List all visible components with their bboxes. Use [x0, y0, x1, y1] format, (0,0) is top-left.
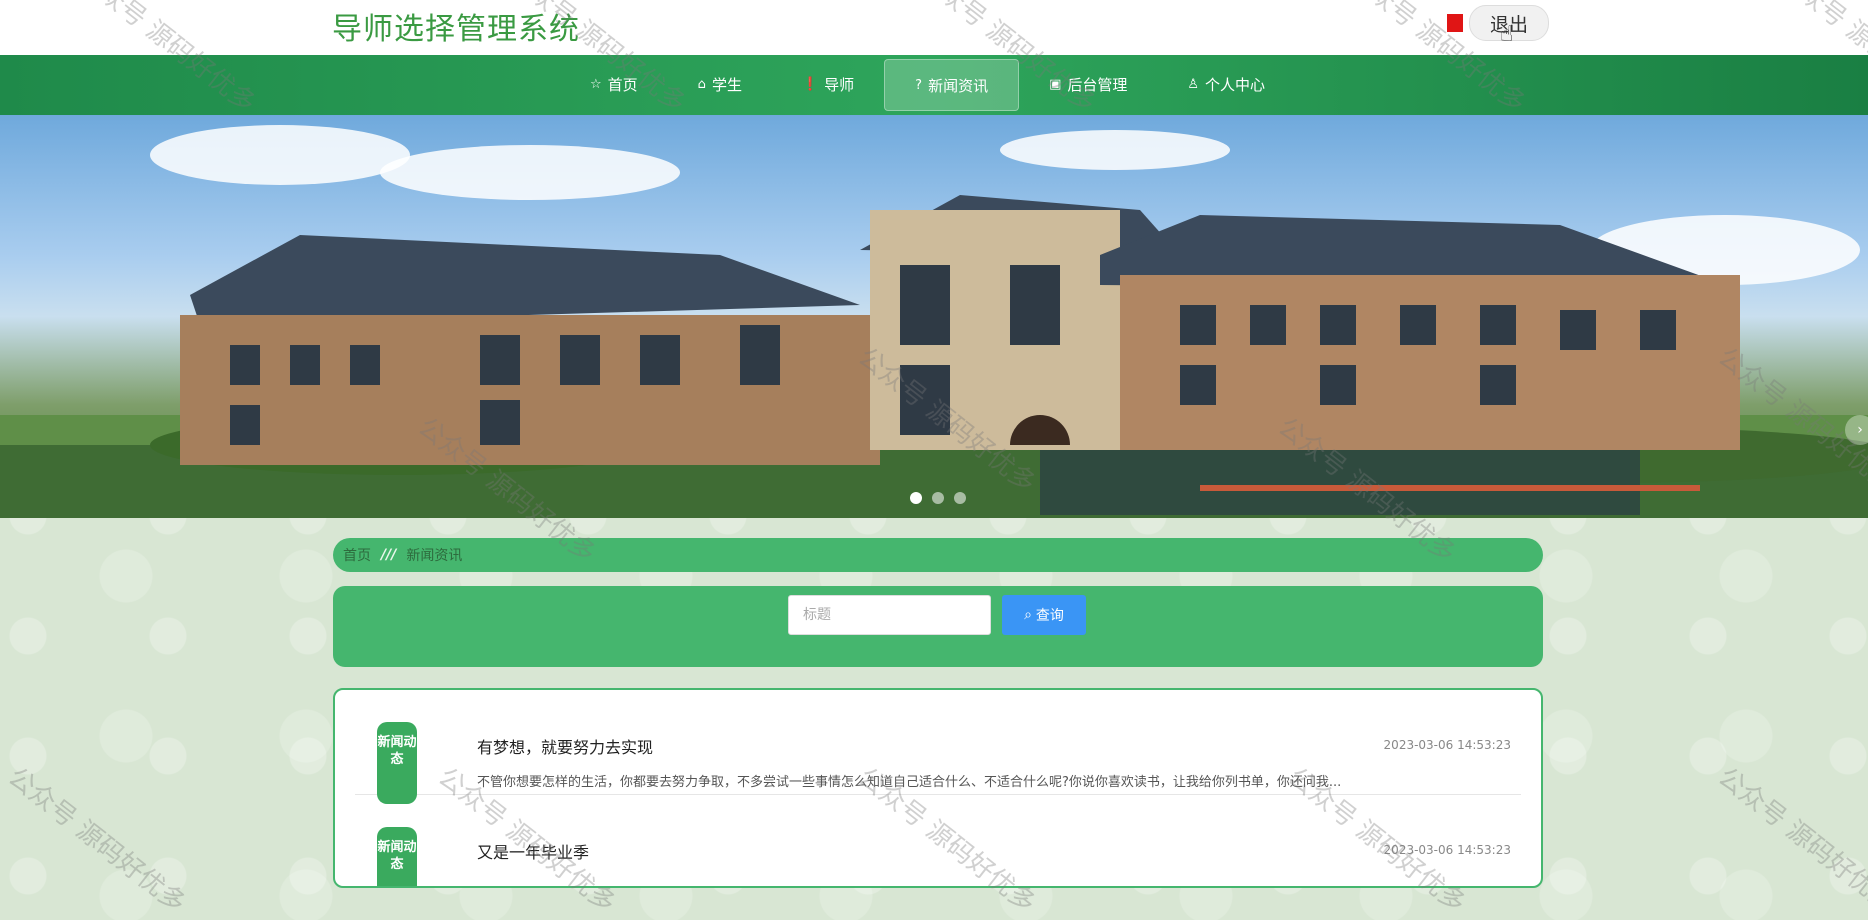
star-icon: ☆ [590, 76, 602, 92]
site-title: 导师选择管理系统 [332, 12, 580, 47]
news-item[interactable]: 新闻动态 又是一年毕业季 2023-03-06 14:53:23 [355, 795, 1521, 886]
banner-carousel[interactable]: › [0, 115, 1868, 518]
box-icon: ▣ [1049, 76, 1062, 92]
nav-item-0[interactable]: ☆ 首页 [560, 59, 668, 109]
nav-item-label: 新闻资讯 [928, 76, 989, 95]
breadcrumb: 首页 /// 新闻资讯 [333, 538, 1543, 572]
logout-area: 退出 [1447, 5, 1550, 41]
news-category-tag: 新闻动态 [377, 827, 417, 886]
nav-item-4[interactable]: ▣ 后台管理 [1019, 59, 1157, 109]
hand-cursor-icon: ☝ [1500, 22, 1514, 47]
help-icon: ? [915, 77, 923, 93]
carousel-dot[interactable] [932, 492, 944, 504]
carousel-dot[interactable] [910, 492, 922, 504]
nav-item-5[interactable]: ♙ 个人中心 [1157, 59, 1295, 109]
nav-item-label: 后台管理 [1067, 75, 1128, 94]
watermark-text: 公众号 源码好优多 [1712, 762, 1868, 919]
breadcrumb-home[interactable]: 首页 [343, 545, 371, 565]
search-button-label: 查询 [1035, 608, 1064, 624]
carousel-dot[interactable] [954, 492, 966, 504]
nav-item-label: 个人中心 [1205, 75, 1266, 94]
nav-item-1[interactable]: ⌂ 学生 [668, 59, 772, 109]
info-icon: ❗ [801, 76, 819, 92]
news-date: 2023-03-06 14:53:23 [1383, 738, 1511, 752]
search-panel: ⌕ 查询 [333, 586, 1543, 667]
nav-item-label: 学生 [711, 75, 742, 94]
breadcrumb-separator: /// [381, 547, 397, 563]
title-search-input[interactable] [788, 595, 991, 635]
news-item[interactable]: 新闻动态 有梦想，就要努力去实现 2023-03-06 14:53:23 不管你想要怎… [355, 690, 1521, 804]
breadcrumb-current: 新闻资讯 [406, 548, 463, 564]
bag-icon: ⌂ [697, 76, 706, 92]
nav-item-label: 导师 [824, 75, 855, 94]
nav-item-label: 首页 [607, 75, 638, 94]
flag-icon [1447, 14, 1463, 32]
campus-building-image [0, 195, 1868, 518]
main-nav: ☆ 首页 ⌂ 学生 ❗ 导师? 新闻资讯 ▣ 后台管理 ♙ 个人中心 [0, 55, 1868, 115]
news-category-tag: 新闻动态 [377, 722, 417, 804]
watermark-text: 公众号 源码好优多 [2, 762, 192, 919]
user-icon: ♙ [1187, 76, 1200, 92]
news-title[interactable]: 又是一年毕业季 [477, 839, 589, 863]
nav-item-2[interactable]: ❗ 导师 [772, 59, 884, 109]
carousel-next-icon[interactable]: › [1845, 415, 1868, 445]
carousel-dots [910, 492, 966, 504]
search-button[interactable]: ⌕ 查询 [1002, 595, 1086, 635]
nav-item-3[interactable]: ? 新闻资讯 [884, 59, 1020, 111]
news-title[interactable]: 有梦想，就要努力去实现 [477, 734, 653, 758]
news-summary: 不管你想要怎样的生活，你都要去努力争取，不多尝试一些事情怎么知道自己适合什么、不… [477, 775, 1342, 790]
news-date: 2023-03-06 14:53:23 [1383, 843, 1511, 857]
search-icon: ⌕ [1024, 607, 1032, 623]
news-list: 新闻动态 有梦想，就要努力去实现 2023-03-06 14:53:23 不管你想要怎… [333, 688, 1543, 888]
top-header: 导师选择管理系统 退出 ☝ [0, 0, 1868, 55]
